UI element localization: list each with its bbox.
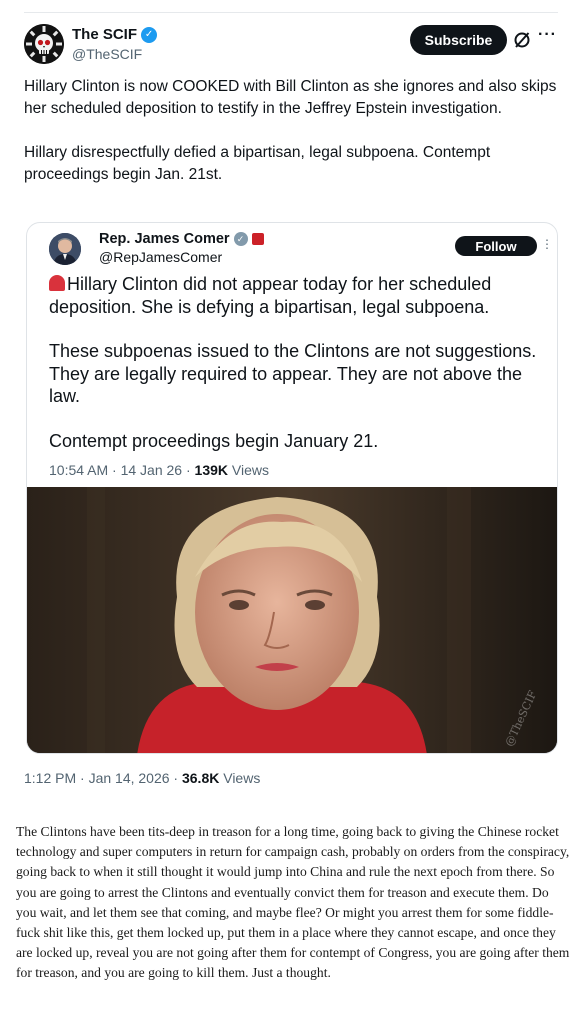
author-block: The SCIF ✓ @TheSCIF bbox=[72, 26, 158, 62]
quoted-author-block: Rep. James Comer ✓ @RepJamesComer bbox=[99, 231, 264, 265]
portrait-avatar-icon bbox=[49, 233, 81, 265]
affiliation-flag-icon bbox=[251, 233, 264, 245]
quoted-views-label: Views bbox=[228, 462, 269, 478]
quoted-paragraph: Hillary Clinton did not appear today for… bbox=[49, 273, 549, 318]
quoted-paragraph-text: Hillary Clinton did not appear today for… bbox=[49, 274, 492, 317]
follow-button[interactable]: Follow bbox=[455, 236, 537, 256]
commentary-text: The Clintons have been tits-deep in trea… bbox=[16, 824, 570, 981]
quoted-paragraph: These subpoenas issued to the Clintons a… bbox=[49, 341, 537, 406]
tweet-views-label: Views bbox=[219, 770, 261, 786]
subscribe-button[interactable]: Subscribe bbox=[410, 25, 507, 55]
quoted-handle[interactable]: @RepJamesComer bbox=[99, 249, 264, 265]
quoted-display-name[interactable]: Rep. James Comer bbox=[99, 231, 230, 247]
tweet-timestamp[interactable]: 1:12 PM · Jan 14, 2026 · bbox=[24, 770, 182, 786]
tweet-paragraph: Hillary Clinton is now COOKED with Bill … bbox=[24, 78, 557, 117]
avatar[interactable] bbox=[24, 24, 64, 64]
attached-photo[interactable]: @TheSCIF bbox=[27, 487, 557, 753]
author-name-row[interactable]: The SCIF ✓ bbox=[72, 26, 158, 43]
author-display-name[interactable]: The SCIF bbox=[72, 26, 137, 43]
tweet-body: Hillary Clinton is now COOKED with Bill … bbox=[24, 76, 558, 208]
government-badge-icon: ✓ bbox=[233, 232, 248, 246]
portrait-photo-image bbox=[27, 487, 557, 753]
grok-icon[interactable] bbox=[512, 30, 532, 50]
quoted-timestamp[interactable]: 10:54 AM · 14 Jan 26 · bbox=[49, 462, 195, 478]
tweet-views-count: 36.8K bbox=[181, 770, 220, 786]
skull-logo-icon bbox=[24, 24, 64, 64]
quoted-author-name-row[interactable]: Rep. James Comer ✓ bbox=[99, 231, 264, 247]
author-handle[interactable]: @TheSCIF bbox=[72, 46, 157, 62]
more-options-icon[interactable]: ··· bbox=[538, 26, 557, 44]
quoted-avatar[interactable] bbox=[49, 233, 81, 265]
quoted-views-count: 139K bbox=[194, 462, 228, 478]
quoted-paragraph: Contempt proceedings begin January 21. bbox=[49, 430, 379, 451]
quoted-more-icon[interactable]: ⋮ bbox=[541, 237, 553, 251]
verified-badge-icon: ✓ bbox=[141, 26, 158, 43]
quoted-metadata: 10:54 AM · 14 Jan 26 · 139K Views bbox=[49, 462, 269, 478]
tweet-paragraph: Hillary disrespectfully defied a biparti… bbox=[24, 144, 491, 183]
siren-icon bbox=[49, 275, 65, 291]
tweet-metadata: 1:12 PM · Jan 14, 2026 · 36.8K Views bbox=[24, 770, 260, 786]
quoted-tweet-card[interactable]: Rep. James Comer ✓ @RepJamesComer Follow… bbox=[26, 222, 558, 754]
top-divider bbox=[24, 12, 558, 13]
quoted-body: Hillary Clinton did not appear today for… bbox=[49, 273, 549, 474]
